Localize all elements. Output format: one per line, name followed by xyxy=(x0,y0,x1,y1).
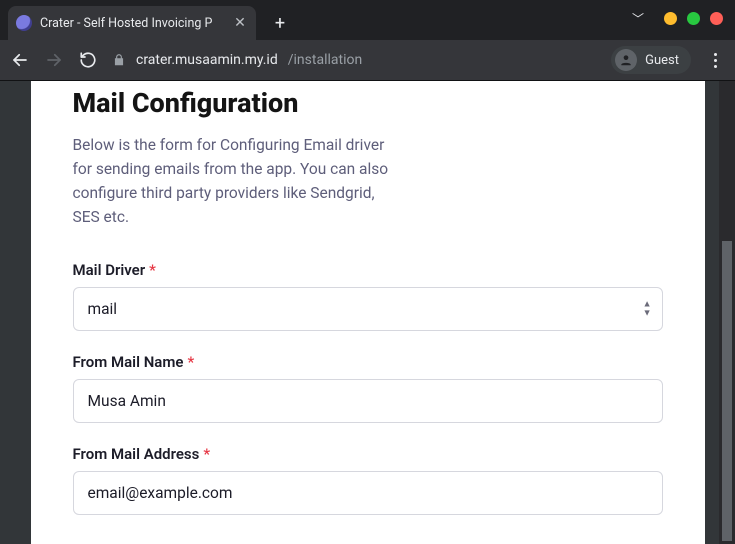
vertical-scrollbar[interactable] xyxy=(719,81,735,544)
tab-title: Crater - Self Hosted Invoicing P xyxy=(40,16,224,31)
chevron-down-icon[interactable]: ﹀ xyxy=(632,10,644,27)
url-host: crater.musaamin.my.id xyxy=(136,52,278,68)
window-maximize-icon[interactable] xyxy=(687,12,700,25)
label-from-address: From Mail Address* xyxy=(73,445,663,463)
field-from-name: From Mail Name* Musa Amin xyxy=(73,353,663,423)
input-from-address[interactable]: email@example.com xyxy=(73,471,663,515)
field-from-address: From Mail Address* email@example.com xyxy=(73,445,663,515)
field-mail-driver: Mail Driver* mail ▲▼ xyxy=(73,261,663,331)
input-from-address-value: email@example.com xyxy=(88,484,233,502)
url-bar[interactable]: crater.musaamin.my.id/installation xyxy=(112,52,597,68)
input-from-name-value: Musa Amin xyxy=(88,392,166,410)
required-star: * xyxy=(203,445,210,463)
select-mail-driver[interactable]: mail ▲▼ xyxy=(73,287,663,331)
url-path: /installation xyxy=(288,52,362,68)
window-close-icon[interactable] xyxy=(710,12,723,25)
browser-menu-button[interactable] xyxy=(705,49,725,72)
window-minimize-icon[interactable] xyxy=(664,12,677,25)
required-star: * xyxy=(187,353,194,371)
select-sort-icon: ▲▼ xyxy=(643,301,652,318)
input-from-name[interactable]: Musa Amin xyxy=(73,379,663,423)
back-button[interactable] xyxy=(10,50,30,70)
new-tab-button[interactable]: + xyxy=(266,9,294,37)
page-title: Mail Configuration xyxy=(73,81,663,119)
label-from-name: From Mail Name* xyxy=(73,353,663,371)
page-subtext: Below is the form for Configuring Email … xyxy=(73,133,403,229)
page-scroll[interactable]: Mail Configuration Below is the form for… xyxy=(10,81,725,544)
lock-icon xyxy=(112,53,126,67)
browser-tab-active[interactable]: Crater - Self Hosted Invoicing P ✕ xyxy=(8,6,256,40)
forward-button[interactable] xyxy=(44,50,64,70)
reload-button[interactable] xyxy=(78,50,98,70)
window-controls: ﹀ xyxy=(632,10,723,27)
required-star: * xyxy=(149,261,156,279)
avatar-icon xyxy=(615,49,637,71)
page-viewport: Mail Configuration Below is the form for… xyxy=(0,81,735,544)
select-mail-driver-value: mail xyxy=(88,300,118,318)
profile-chip[interactable]: Guest xyxy=(611,46,691,74)
favicon-icon xyxy=(16,15,32,31)
browser-toolbar: crater.musaamin.my.id/installation Guest xyxy=(0,40,735,81)
browser-tabstrip: Crater - Self Hosted Invoicing P ✕ + ﹀ xyxy=(0,0,735,40)
label-mail-driver: Mail Driver* xyxy=(73,261,663,279)
content-card: Mail Configuration Below is the form for… xyxy=(31,81,705,544)
close-tab-icon[interactable]: ✕ xyxy=(232,15,248,31)
profile-label: Guest xyxy=(645,53,679,68)
scrollbar-thumb[interactable] xyxy=(722,241,732,541)
